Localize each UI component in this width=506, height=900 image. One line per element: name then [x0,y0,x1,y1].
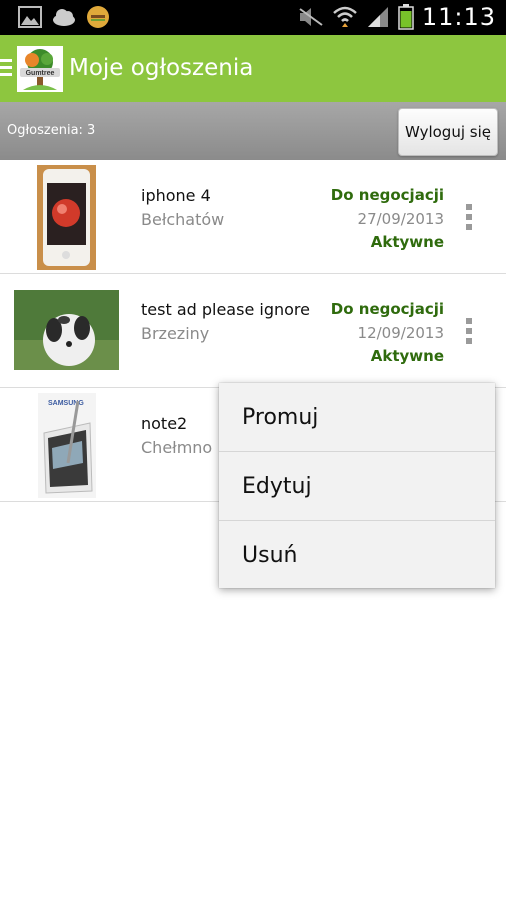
ad-price-type: Do negocjacji [330,186,444,204]
app-bar: Gumtree Moje ogłoszenia [0,35,506,103]
clock: 11:13 [421,3,496,31]
svg-text:Gumtree: Gumtree [26,70,55,77]
status-bar: 11:13 [0,0,506,35]
signal-icon [367,7,388,27]
wifi-icon [332,6,357,27]
ad-thumbnail [14,290,119,370]
page-title: Moje ogłoszenia [69,55,254,81]
ad-status: Aktywne [370,233,444,251]
menu-item-promote[interactable]: Promuj [219,383,495,452]
ad-location: Chełmno [141,438,213,457]
overflow-menu-icon[interactable] [464,318,474,348]
overflow-menu-icon[interactable] [464,204,474,234]
menu-item-delete[interactable]: Usuń [219,521,495,589]
ads-count-label: Ogłoszenia: 3 [7,123,96,138]
list-item[interactable]: iphone 4 Bełchatów Do negocjacji 27/09/2… [0,160,506,274]
logout-button[interactable]: Wyloguj się [398,108,498,156]
ad-date: 12/09/2013 [357,324,444,342]
list-item[interactable]: test ad please ignore Brzeziny Do negocj… [0,274,506,388]
ad-location: Brzeziny [141,324,210,343]
ads-summary-bar: Ogłoszenia: 3 Wyloguj się [0,102,506,160]
burger-icon [87,6,109,28]
ad-thumbnail: SAMSUNG [38,393,96,498]
ad-title: test ad please ignore [141,300,310,319]
ad-context-menu: Promuj Edytuj Usuń [219,383,495,588]
mute-icon [299,8,323,26]
cloud-icon [53,9,75,26]
ad-title: note2 [141,414,188,433]
battery-icon [398,4,414,30]
ad-price-type: Do negocjacji [330,300,444,318]
gumtree-logo[interactable]: Gumtree [17,46,63,92]
ad-location: Bełchatów [141,210,225,229]
ad-title: iphone 4 [141,186,211,205]
ad-thumbnail [37,165,96,270]
ad-status: Aktywne [370,347,444,365]
gallery-icon [18,6,42,28]
ad-date: 27/09/2013 [357,210,444,228]
menu-icon[interactable] [0,59,12,77]
menu-item-edit[interactable]: Edytuj [219,452,495,521]
